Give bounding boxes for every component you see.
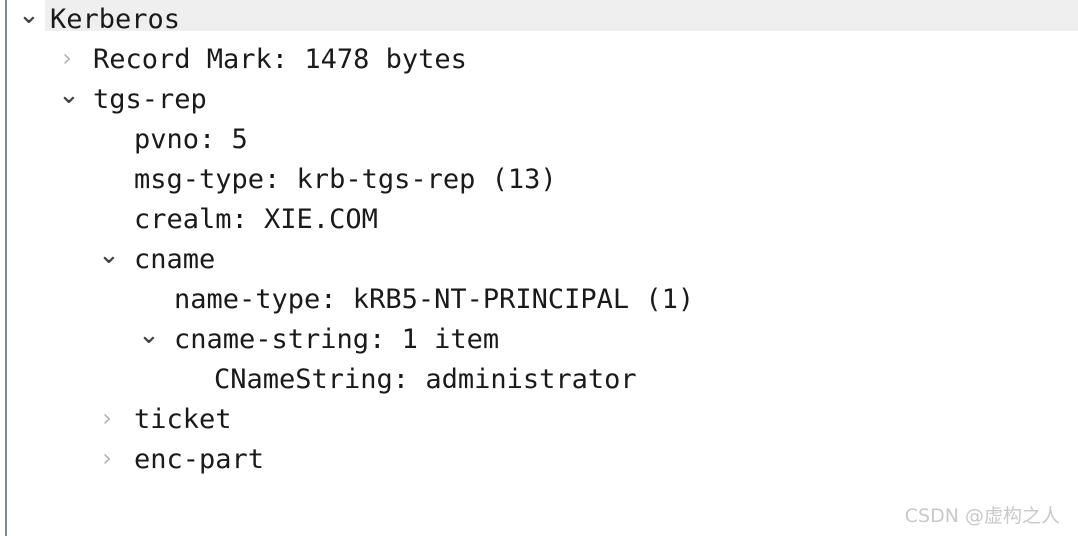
- tree-row[interactable]: CNameString: administrator: [0, 360, 1078, 400]
- tree-row-label: crealm: XIE.COM: [134, 204, 378, 235]
- tree-row[interactable]: msg-type: krb-tgs-rep (13): [0, 160, 1078, 200]
- tree-row-label: Record Mark: 1478 bytes: [93, 44, 467, 75]
- tree-row[interactable]: cname: [0, 240, 1078, 280]
- tree-row[interactable]: name-type: kRB5-NT-PRINCIPAL (1): [0, 280, 1078, 320]
- tree-row-label: Kerberos: [50, 4, 181, 35]
- tree-row-label: cname: [134, 244, 216, 275]
- packet-detail-pane: Kerberos Record Mark: 1478 bytes tgs-rep pv…: [0, 0, 1078, 536]
- tree-row[interactable]: ticket: [0, 400, 1078, 440]
- tree-row-label: name-type: kRB5-NT-PRINCIPAL (1): [174, 284, 695, 315]
- chevron-down-icon[interactable]: [58, 80, 76, 120]
- tree-row-label: tgs-rep: [93, 84, 207, 115]
- tree-row[interactable]: pvno: 5: [0, 120, 1078, 160]
- tree-row-label: ticket: [134, 404, 232, 435]
- tree-row-label: msg-type: krb-tgs-rep (13): [134, 164, 557, 195]
- chevron-right-icon[interactable]: [98, 440, 116, 480]
- tree-row-label: cname-string: 1 item: [174, 324, 500, 355]
- chevron-down-icon[interactable]: [138, 320, 156, 360]
- tree-row[interactable]: crealm: XIE.COM: [0, 200, 1078, 240]
- tree-row-label: enc-part: [134, 444, 265, 475]
- tree-row-label: pvno: 5: [134, 124, 248, 155]
- tree-row[interactable]: Kerberos: [0, 0, 1078, 40]
- chevron-down-icon[interactable]: [98, 240, 116, 280]
- protocol-tree[interactable]: Kerberos Record Mark: 1478 bytes tgs-rep pv…: [0, 0, 1078, 480]
- tree-row[interactable]: enc-part: [0, 440, 1078, 480]
- chevron-right-icon[interactable]: [58, 40, 76, 80]
- tree-row[interactable]: cname-string: 1 item: [0, 320, 1078, 360]
- chevron-down-icon[interactable]: [18, 0, 36, 40]
- row-selection-highlight: [45, 0, 1078, 31]
- chevron-right-icon[interactable]: [98, 400, 116, 440]
- tree-row[interactable]: tgs-rep: [0, 80, 1078, 120]
- tree-row[interactable]: Record Mark: 1478 bytes: [0, 40, 1078, 80]
- csdn-watermark: CSDN @虚构之人: [904, 505, 1060, 527]
- tree-row-label: CNameString: administrator: [214, 364, 637, 395]
